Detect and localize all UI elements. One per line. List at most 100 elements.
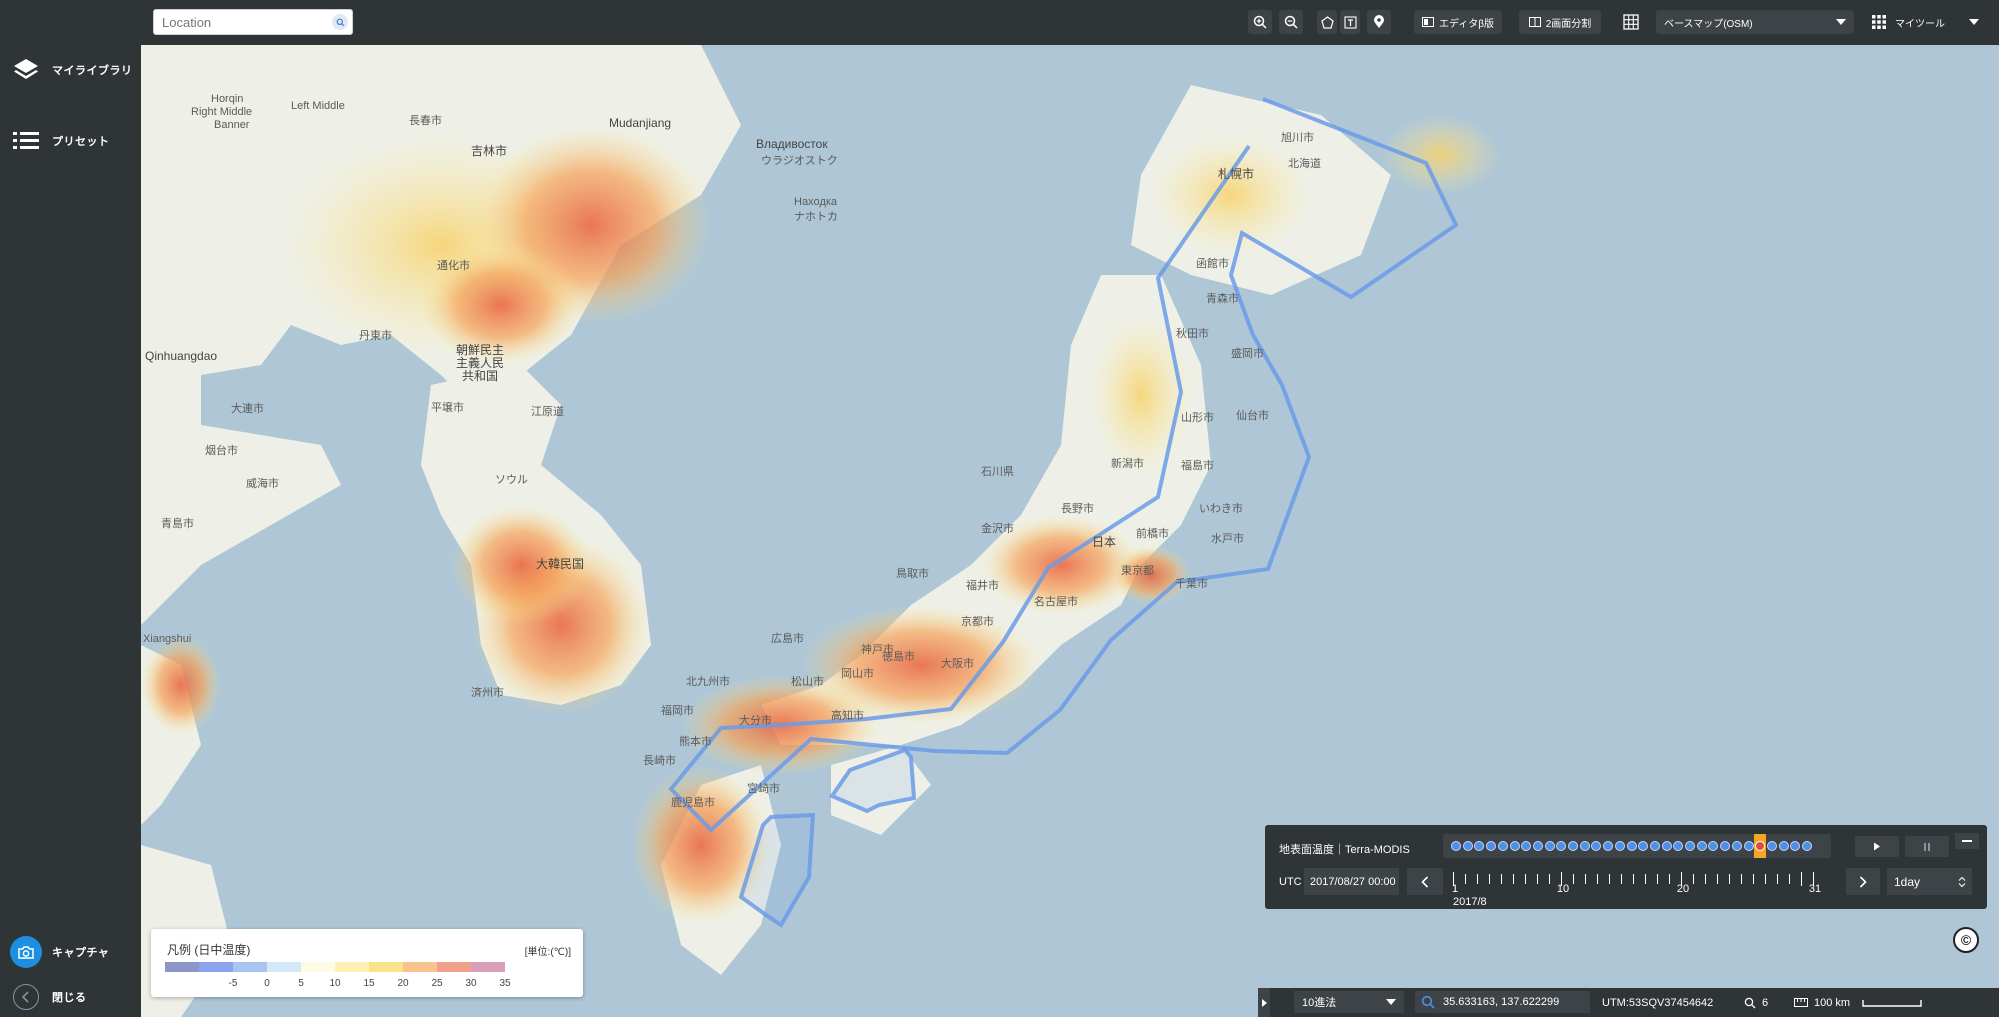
- text-icon: [1343, 15, 1357, 29]
- sidebar-item-label: プリセット: [52, 136, 110, 148]
- timeline-day-dot[interactable]: [1509, 841, 1520, 851]
- copyright-icon[interactable]: ©: [1953, 927, 1979, 953]
- timeline-day-dot[interactable]: [1720, 841, 1731, 851]
- legend-swatch: [165, 962, 199, 972]
- timeline-day-dot[interactable]: [1743, 841, 1754, 851]
- timeline-day-dot[interactable]: [1497, 841, 1508, 851]
- draw-polygon-button[interactable]: [1317, 10, 1337, 34]
- location-search-input[interactable]: [154, 10, 319, 34]
- map-label: 新潟市: [1111, 458, 1144, 470]
- next-day-button[interactable]: [1846, 868, 1880, 895]
- zoom-in-icon: [1253, 15, 1267, 29]
- map-label: 宮崎市: [747, 783, 780, 795]
- timeline-tick: [1657, 874, 1658, 884]
- timeline-day-dot[interactable]: [1579, 841, 1590, 851]
- status-bar: 10進法 35.633163, 137.622299 UTM:53SQV3745…: [1258, 988, 1999, 1017]
- map-label: 福井市: [966, 580, 999, 592]
- timeline-day-dot[interactable]: [1766, 841, 1777, 851]
- basemap-select[interactable]: ベースマップ(OSM): [1656, 10, 1854, 34]
- timeline-day-dot[interactable]: [1544, 841, 1555, 851]
- timeline-scale[interactable]: 2017/8 1 10 20 31: [1452, 870, 1821, 908]
- timeline-day-dot[interactable]: [1626, 841, 1637, 851]
- timeline-day-dot[interactable]: [1708, 841, 1719, 851]
- legend-tick: -5: [228, 978, 238, 989]
- timeline-day-dot[interactable]: [1556, 841, 1567, 851]
- timeline-day-dot[interactable]: [1474, 841, 1485, 851]
- play-button[interactable]: [1855, 836, 1899, 857]
- close-sidebar-button[interactable]: 閉じる: [0, 971, 141, 1017]
- timeline-day-dot[interactable]: [1603, 841, 1614, 851]
- map-label: 前橋市: [1136, 528, 1169, 540]
- time-step-value: 1day: [1894, 874, 1921, 889]
- layers-icon: [0, 44, 52, 96]
- sidebar-item-preset[interactable]: プリセット: [0, 115, 141, 167]
- marker-button[interactable]: [1367, 10, 1391, 34]
- legend-tick: 5: [298, 978, 304, 989]
- minimize-timeline-button[interactable]: [1955, 833, 1979, 849]
- timeline-day-dot[interactable]: [1591, 841, 1602, 851]
- map-label: 青森市: [1206, 293, 1239, 305]
- close-label: 閉じる: [52, 992, 87, 1004]
- map-label: 徳島市: [882, 651, 915, 663]
- timeline-day-dot[interactable]: [1685, 841, 1695, 851]
- map-label: 水戸市: [1211, 533, 1244, 545]
- timeline-day-dot[interactable]: [1790, 841, 1801, 851]
- legend-panel: 凡例 (日中温度) [単位:(℃)] -5 0 5 10 15 20 25 30 35: [151, 929, 583, 997]
- map-label: 福島市: [1181, 460, 1214, 472]
- time-step-select[interactable]: 1day: [1887, 868, 1972, 895]
- previous-day-button[interactable]: [1407, 868, 1443, 895]
- timeline-layer-name: 地表面温度｜Terra-MODIS: [1279, 844, 1410, 856]
- grid-button[interactable]: [1618, 10, 1644, 34]
- timeline-tick: [1753, 874, 1754, 884]
- coordinate-search[interactable]: 35.633163, 137.622299: [1415, 991, 1590, 1013]
- timeline-date-field[interactable]: 2017/08/27 00:00: [1304, 868, 1399, 895]
- legend-tick: 25: [431, 978, 443, 989]
- timeline-day-dot[interactable]: [1568, 841, 1578, 851]
- zoom-in-button[interactable]: [1248, 10, 1272, 34]
- list-icon: [0, 115, 52, 167]
- timeline-day-dot[interactable]: [1673, 841, 1684, 851]
- timeline-day-dot[interactable]: [1614, 841, 1625, 851]
- split-screen-label: 2画面分割: [1545, 18, 1592, 30]
- timeline-day-dot[interactable]: [1649, 841, 1660, 851]
- timeline-day-dot[interactable]: [1486, 841, 1497, 851]
- timeline-day-dot[interactable]: [1696, 841, 1707, 851]
- timeline-day-dots[interactable]: [1443, 834, 1831, 858]
- timeline-day-dot[interactable]: [1521, 841, 1532, 851]
- coord-format-select[interactable]: 10進法: [1294, 991, 1404, 1013]
- timeline-tick: [1693, 874, 1694, 884]
- capture-label: キャプチャ: [52, 947, 110, 959]
- status-expand-button[interactable]: [1258, 988, 1270, 1017]
- legend-tick: 15: [363, 978, 375, 989]
- map-label: 丹東市: [359, 330, 392, 342]
- timeline-day-dot[interactable]: [1731, 841, 1742, 851]
- editor-beta-button[interactable]: エディタβ版: [1414, 10, 1502, 34]
- map-label: 名古屋市: [1034, 596, 1078, 608]
- zoom-out-button[interactable]: [1279, 10, 1303, 34]
- search-icon[interactable]: [332, 14, 348, 30]
- basemap-select-value: ベースマップ(OSM): [1664, 18, 1753, 30]
- map-label: 秋田市: [1176, 328, 1209, 340]
- pause-button[interactable]: [1905, 836, 1949, 857]
- map-label: 広島市: [771, 633, 804, 645]
- my-tools-menu[interactable]: マイツール: [1863, 10, 1987, 34]
- map-label: 福岡市: [661, 705, 694, 717]
- draw-text-button[interactable]: [1340, 10, 1360, 34]
- timeline-day-dot[interactable]: [1532, 841, 1543, 851]
- timeline-day-dot[interactable]: [1778, 841, 1789, 851]
- timeline-day-dot[interactable]: [1638, 841, 1649, 851]
- timeline-day-dot[interactable]: [1451, 841, 1461, 851]
- split-screen-button[interactable]: 2画面分割: [1519, 10, 1601, 34]
- map-label: 石川県: [981, 466, 1014, 478]
- timeline-tick: [1489, 874, 1490, 884]
- sidebar-item-my-library[interactable]: マイライブラリ: [0, 44, 141, 96]
- timeline-tick: [1765, 874, 1766, 884]
- map-label: 北海道: [1288, 158, 1321, 170]
- timeline-day-dot[interactable]: [1802, 841, 1812, 851]
- legend-tick: 20: [397, 978, 409, 989]
- map-label: 旭川市: [1281, 132, 1314, 144]
- timeline-day-dot[interactable]: [1462, 841, 1473, 851]
- map-label: 平壌市: [431, 402, 464, 414]
- timeline-day-dot[interactable]: [1661, 841, 1672, 851]
- chevron-down-icon: [1386, 999, 1396, 1005]
